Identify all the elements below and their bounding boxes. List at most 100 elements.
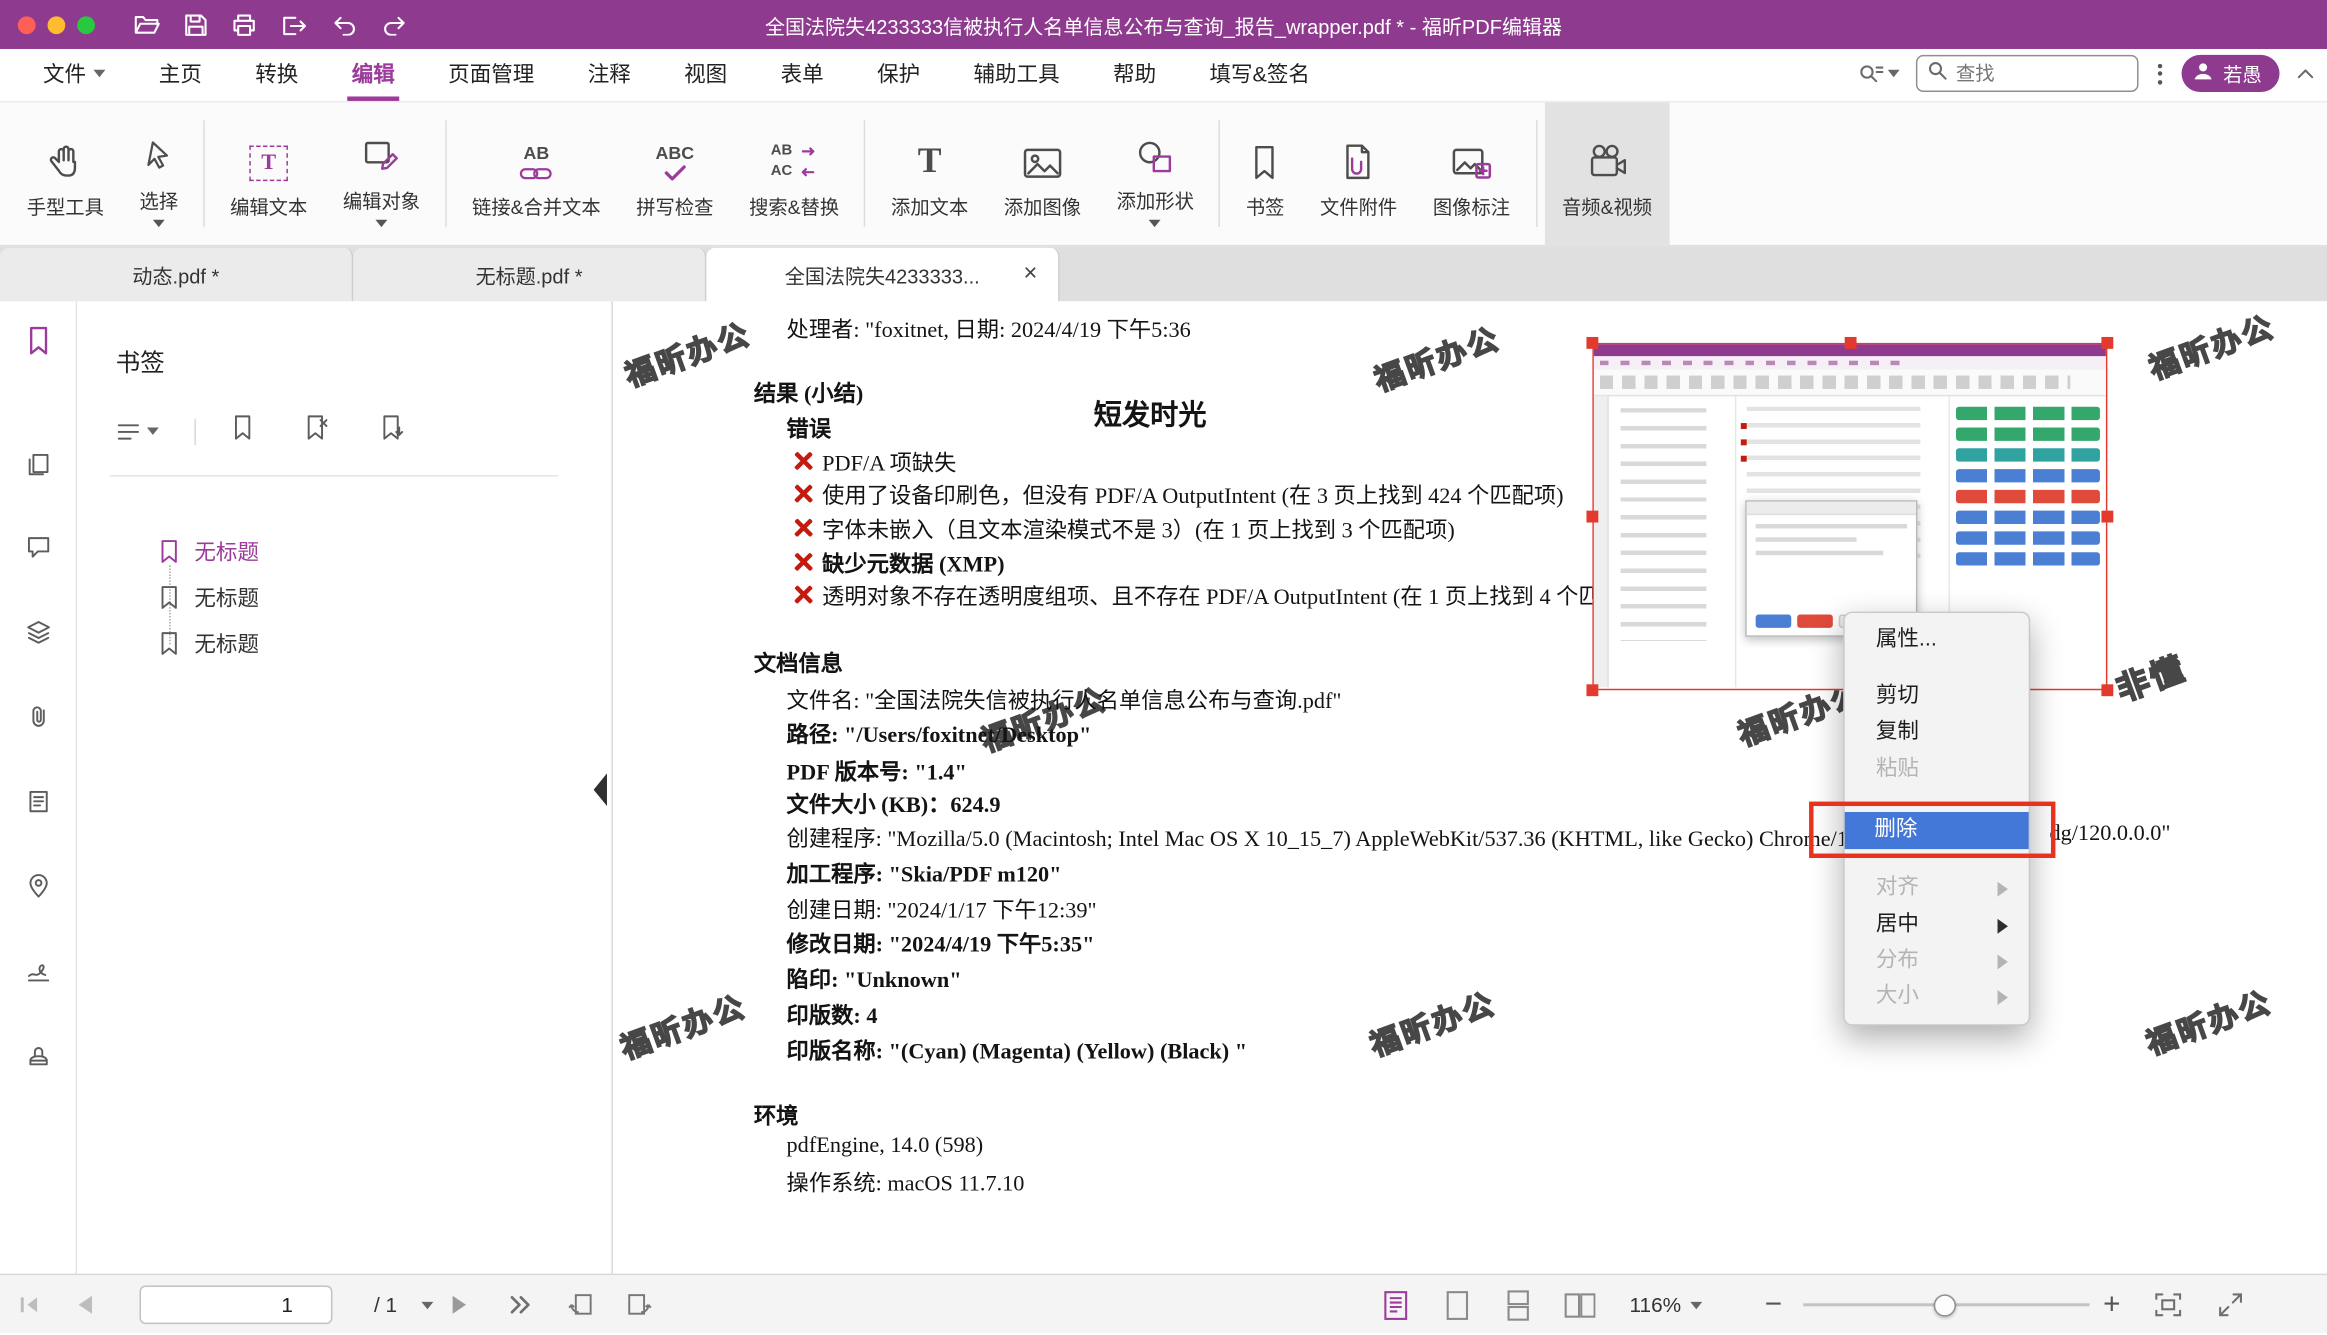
menu-help[interactable]: 帮助: [1109, 49, 1161, 101]
bookmark-item[interactable]: 无标题: [159, 625, 259, 661]
single-page-view-button[interactable]: [1434, 1275, 1481, 1334]
search-replace-button[interactable]: ABAC 搜索&替换: [731, 102, 857, 245]
search-options-icon[interactable]: [1858, 62, 1900, 86]
tab-document-1[interactable]: 动态.pdf *: [0, 248, 353, 301]
sidebar-signatures-icon[interactable]: [22, 954, 55, 987]
bookmark-options-icon[interactable]: [116, 421, 159, 442]
print-icon[interactable]: [232, 13, 257, 37]
minimize-window-button[interactable]: [47, 16, 65, 34]
next-view-button[interactable]: [614, 1275, 661, 1334]
selection-handle[interactable]: [2101, 511, 2113, 523]
info-line: 文件大小 (KB)：624.9: [787, 788, 1001, 819]
next-page-button[interactable]: [436, 1275, 481, 1334]
continuous-view-button[interactable]: [1494, 1275, 1541, 1334]
menu-page-management[interactable]: 页面管理: [444, 49, 539, 101]
edit-text-button[interactable]: T 编辑文本: [212, 102, 325, 245]
add-shape-button[interactable]: 添加形状: [1099, 102, 1212, 245]
redo-icon[interactable]: [381, 13, 408, 35]
previous-page-button[interactable]: [62, 1275, 107, 1334]
user-account-badge[interactable]: 若愚: [2182, 55, 2280, 92]
spell-check-button[interactable]: ABC 拼写检查: [618, 102, 731, 245]
delete-bookmark-icon[interactable]: [304, 414, 329, 448]
bookmark-settings-icon[interactable]: [380, 414, 405, 448]
menu-edit[interactable]: 编辑: [347, 49, 399, 101]
menu-home[interactable]: 主页: [154, 49, 206, 101]
bookmark-button[interactable]: 书签: [1228, 102, 1302, 245]
open-file-icon[interactable]: [134, 13, 161, 35]
submenu-arrow-icon: [1998, 989, 2008, 1004]
save-icon[interactable]: [184, 13, 208, 37]
selection-handle[interactable]: [1844, 337, 1856, 349]
export-icon[interactable]: [280, 13, 307, 37]
page-number-box[interactable]: [140, 1285, 333, 1324]
sidebar-comments-icon[interactable]: [22, 530, 55, 563]
menu-comment[interactable]: 注释: [583, 49, 635, 101]
file-attachment-button[interactable]: 文件附件: [1302, 102, 1415, 245]
zoom-level-dropdown[interactable]: 116%: [1629, 1275, 1701, 1334]
zoom-out-button[interactable]: −: [1751, 1275, 1796, 1334]
selection-handle[interactable]: [1586, 337, 1598, 349]
sidebar-fields-icon[interactable]: [22, 785, 55, 818]
chevron-down-icon[interactable]: [153, 219, 165, 226]
zoom-slider-handle[interactable]: [1934, 1294, 1956, 1316]
fullscreen-button[interactable]: [2205, 1275, 2255, 1334]
sidebar-attachments-icon[interactable]: [22, 701, 55, 734]
first-page-button[interactable]: [6, 1275, 53, 1334]
chevron-down-icon[interactable]: [1149, 219, 1161, 226]
add-bookmark-icon[interactable]: [232, 414, 254, 448]
edit-object-button[interactable]: 编辑对象: [325, 102, 438, 245]
menu-fill-sign[interactable]: 填写&签名: [1205, 49, 1314, 101]
menu-convert[interactable]: 转换: [251, 49, 303, 101]
sidebar-destinations-icon[interactable]: [22, 868, 55, 901]
mini-menubar: [1594, 356, 2106, 369]
select-tool-button[interactable]: 选择: [122, 102, 196, 245]
reading-view-button[interactable]: [1371, 1275, 1418, 1334]
menu-item-properties[interactable]: 属性...: [1846, 622, 2027, 659]
last-page-button[interactable]: [496, 1275, 543, 1334]
menu-item-cut[interactable]: 剪切: [1846, 678, 2027, 715]
audio-video-button[interactable]: 音频&视频: [1544, 102, 1670, 245]
collapse-ribbon-icon[interactable]: [2296, 62, 2315, 86]
hand-tool-button[interactable]: 手型工具: [9, 102, 122, 245]
close-window-button[interactable]: [18, 16, 36, 34]
selection-handle[interactable]: [2101, 684, 2113, 696]
selection-handle[interactable]: [1586, 511, 1598, 523]
sidebar-pages-icon[interactable]: [22, 448, 55, 481]
previous-view-button[interactable]: [558, 1275, 605, 1334]
menu-form[interactable]: 表单: [776, 49, 828, 101]
add-image-button[interactable]: 添加图像: [986, 102, 1099, 245]
tab-document-2[interactable]: 无标题.pdf *: [353, 248, 706, 301]
menu-file[interactable]: 文件: [39, 49, 110, 101]
chevron-down-icon[interactable]: [421, 1301, 433, 1308]
maximize-window-button[interactable]: [77, 16, 95, 34]
search-input[interactable]: [1956, 62, 2127, 84]
bookmark-item-selected[interactable]: 无标题: [159, 533, 259, 569]
collapse-panel-icon[interactable]: [594, 773, 607, 806]
sidebar-stamps-icon[interactable]: [22, 1039, 55, 1072]
menu-item-center[interactable]: 居中: [1846, 907, 2027, 944]
menu-accessibility[interactable]: 辅助工具: [969, 49, 1064, 101]
image-annotation-button[interactable]: 图像标注: [1415, 102, 1528, 245]
close-tab-icon[interactable]: ×: [1023, 263, 1037, 287]
add-text-button[interactable]: T 添加文本: [873, 102, 986, 245]
selection-handle[interactable]: [1586, 684, 1598, 696]
menu-protect[interactable]: 保护: [873, 49, 925, 101]
link-join-text-button[interactable]: AB 链接&合并文本: [454, 102, 618, 245]
zoom-in-button[interactable]: +: [2090, 1275, 2135, 1334]
tab-document-3-active[interactable]: 全国法院失4233333... ×: [706, 248, 1059, 301]
bookmark-item[interactable]: 无标题: [159, 579, 259, 615]
facing-view-button[interactable]: [1555, 1275, 1602, 1334]
undo-icon[interactable]: [331, 13, 358, 35]
selection-handle[interactable]: [2101, 337, 2113, 349]
sidebar-bookmarks-icon[interactable]: [22, 324, 55, 357]
fit-page-button[interactable]: [2143, 1275, 2193, 1334]
menu-item-delete[interactable]: 删除: [1845, 812, 2029, 849]
menu-item-copy[interactable]: 复制: [1846, 714, 2027, 751]
result-heading: 结果 (小结): [754, 377, 863, 408]
more-options-icon[interactable]: [2155, 63, 2165, 84]
find-search-box[interactable]: [1916, 55, 2139, 92]
menu-view[interactable]: 视图: [680, 49, 732, 101]
watermark-text: 福昕办公: [1363, 979, 1500, 1064]
chevron-down-icon[interactable]: [376, 219, 388, 226]
sidebar-layers-icon[interactable]: [22, 616, 55, 649]
